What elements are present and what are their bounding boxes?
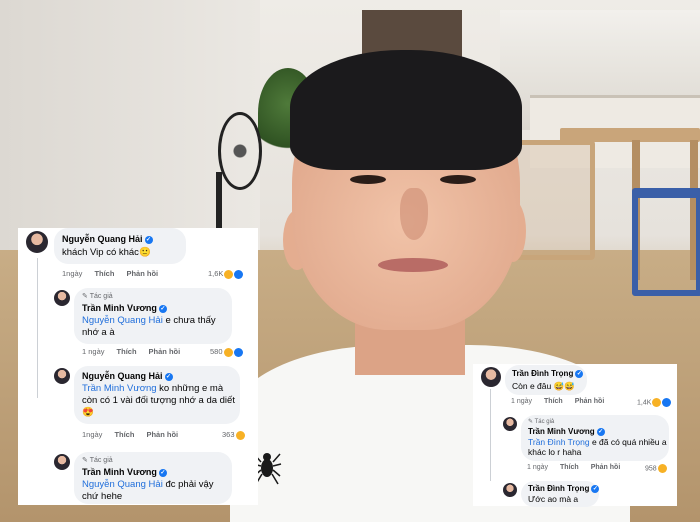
haha-icon bbox=[223, 347, 233, 357]
comment-bubble: Nguyễn Quang Hải ✓ Trần Minh Vương ko nhữ… bbox=[74, 366, 240, 424]
comment-reply: ✎ Tác giả Trần Minh Vương ✓ Trần Đình Trọ… bbox=[473, 414, 677, 476]
comment-reply: ✎ Tác giả Trần Minh Vương ✓ Nguyễn Quang … bbox=[18, 286, 258, 358]
nose bbox=[400, 188, 428, 240]
comment-text: Ước ao mà a bbox=[528, 494, 579, 504]
verified-icon: ✓ bbox=[596, 427, 605, 436]
like-button[interactable]: Thích bbox=[114, 430, 134, 439]
hair bbox=[290, 50, 522, 170]
comment-bubble: ✎ Tác giả Trần Minh Vương ✓ Nguyễn Quang … bbox=[74, 452, 232, 504]
blue-stool bbox=[632, 188, 700, 296]
verified-icon: ✓ bbox=[164, 372, 173, 381]
verified-icon: ✓ bbox=[144, 235, 153, 244]
like-button[interactable]: Thích bbox=[544, 398, 563, 405]
mention-link[interactable]: Trần Minh Vương bbox=[82, 383, 157, 394]
comment-bubble: Trần Đình Trọng ✓ Ước ao mà a bbox=[521, 481, 600, 507]
timestamp: 1 ngày bbox=[527, 464, 549, 471]
verified-icon: ✓ bbox=[591, 484, 600, 493]
reaction-count[interactable]: 363 bbox=[222, 430, 245, 440]
commenter-name[interactable]: Trần Minh Vương ✓ bbox=[528, 427, 605, 436]
like-icon bbox=[233, 347, 243, 357]
like-button[interactable]: Thích bbox=[560, 464, 579, 471]
author-tag: ✎ Tác giả bbox=[528, 419, 555, 425]
reaction-count[interactable]: 1,4K bbox=[637, 398, 672, 407]
verified-icon: ✓ bbox=[575, 369, 584, 378]
verified-icon: ✓ bbox=[158, 468, 167, 477]
commenter-name[interactable]: Trần Minh Vương ✓ bbox=[82, 467, 167, 477]
reaction-count[interactable]: 1,6K bbox=[208, 269, 244, 279]
comment-actions: 1 ngày Thích Phản hồi bbox=[82, 347, 192, 356]
comment-bubble: ✎ Tác giả Trần Minh Vương ✓ Nguyễn Quang … bbox=[74, 288, 232, 344]
comment-bubble: Trần Đình Trọng ✓ Còn e đâu 😅😅 bbox=[505, 365, 587, 395]
avatar[interactable] bbox=[503, 417, 517, 431]
timestamp: 1 ngày bbox=[82, 347, 105, 356]
avatar[interactable] bbox=[26, 231, 48, 253]
reply-button[interactable]: Phản hồi bbox=[575, 398, 605, 405]
like-button[interactable]: Thích bbox=[94, 269, 114, 278]
standing-fan bbox=[200, 112, 262, 242]
avatar[interactable] bbox=[54, 454, 70, 470]
comment-text: Nguyễn Quang Hải đc phải vậy chứ hehe bbox=[82, 479, 214, 502]
comment-actions: 1ngày Thích Phản hồi bbox=[62, 269, 170, 278]
avatar[interactable] bbox=[54, 368, 70, 384]
like-button[interactable]: Thích bbox=[117, 347, 137, 356]
commenter-name[interactable]: Nguyễn Quang Hải ✓ bbox=[82, 371, 173, 381]
comment: Nguyễn Quang Hải ✓ khách Vip có khác🙂 1ng… bbox=[18, 228, 258, 286]
haha-icon bbox=[224, 269, 234, 279]
comment-text: khách Vip có khác🙂 bbox=[62, 247, 151, 258]
left-comment-card: Nguyễn Quang Hải ✓ khách Vip có khác🙂 1ng… bbox=[18, 228, 258, 505]
comment-reply: Nguyễn Quang Hải ✓ Trần Minh Vương ko nhữ… bbox=[18, 364, 258, 444]
like-icon bbox=[662, 398, 672, 407]
reply-button[interactable]: Phản hồi bbox=[146, 430, 178, 439]
reaction-count[interactable]: 580 bbox=[210, 347, 243, 357]
mention-link[interactable]: Nguyễn Quang Hải bbox=[82, 479, 163, 490]
comment: Trần Đình Trọng ✓ Còn e đâu 😅😅 1 ngày Thíc… bbox=[473, 364, 677, 410]
reply-button[interactable]: Phản hồi bbox=[591, 464, 621, 471]
timestamp: 1ngày bbox=[62, 269, 83, 278]
reaction-count[interactable]: 958 bbox=[645, 464, 667, 473]
mention-link[interactable]: Nguyễn Quang Hải bbox=[82, 315, 163, 326]
right-comment-card: Trần Đình Trọng ✓ Còn e đâu 😅😅 1 ngày Thíc… bbox=[473, 364, 677, 507]
comment-actions: 1ngày Thích Phản hồi bbox=[82, 430, 190, 439]
timestamp: 1 ngày bbox=[511, 398, 533, 405]
avatar[interactable] bbox=[503, 483, 517, 497]
avatar[interactable] bbox=[54, 290, 70, 306]
verified-icon: ✓ bbox=[158, 304, 167, 313]
comment-text: Trần Đình Trọng e đã có quá nhiều a khác… bbox=[528, 437, 667, 457]
reply-button[interactable]: Phản hồi bbox=[149, 347, 181, 356]
commenter-name[interactable]: Trần Đình Trọng ✓ bbox=[512, 369, 584, 378]
mouth bbox=[378, 258, 448, 272]
comment-bubble: ✎ Tác giả Trần Minh Vương ✓ Trần Đình Trọ… bbox=[521, 415, 669, 461]
reply-button[interactable]: Phản hồi bbox=[126, 269, 158, 278]
eye bbox=[440, 175, 476, 184]
comment-actions: 1 ngày Thích Phản hồi bbox=[511, 398, 616, 405]
haha-icon bbox=[652, 398, 662, 407]
comment-text: Trần Minh Vương ko những e mà còn có 1 v… bbox=[82, 383, 235, 418]
commenter-name[interactable]: Nguyễn Quang Hải ✓ bbox=[62, 234, 153, 244]
haha-icon bbox=[235, 430, 245, 440]
author-tag: ✎ Tác giả bbox=[82, 457, 113, 464]
comment-reply: Trần Đình Trọng ✓ Ước ao mà a bbox=[473, 480, 677, 507]
timestamp: 1ngày bbox=[82, 430, 103, 439]
comment-text: Còn e đâu 😅😅 bbox=[512, 381, 575, 391]
comment-text: Nguyễn Quang Hải e chưa thấy nhớ a à bbox=[82, 315, 216, 338]
commenter-name[interactable]: Trần Minh Vương ✓ bbox=[82, 303, 167, 313]
comment-actions: 1 ngày Thích Phản hồi bbox=[527, 464, 632, 471]
like-icon bbox=[234, 269, 244, 279]
avatar[interactable] bbox=[481, 367, 501, 387]
mention-link[interactable]: Trần Đình Trọng bbox=[528, 437, 590, 447]
author-tag: ✎ Tác giả bbox=[82, 293, 113, 300]
eye bbox=[350, 175, 386, 184]
comment-bubble: Nguyễn Quang Hải ✓ khách Vip có khác🙂 bbox=[54, 228, 186, 264]
commenter-name[interactable]: Trần Đình Trọng ✓ bbox=[528, 484, 600, 493]
comment-reply: ✎ Tác giả Trần Minh Vương ✓ Nguyễn Quang … bbox=[18, 450, 258, 505]
haha-icon bbox=[657, 464, 667, 473]
